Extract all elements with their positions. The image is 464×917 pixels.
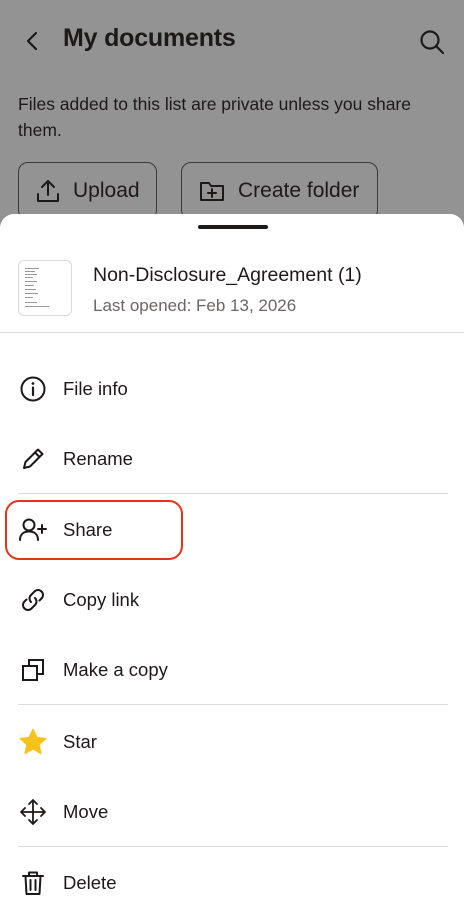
menu-item-rename[interactable]: Rename <box>0 427 464 491</box>
rename-label: Rename <box>63 448 133 469</box>
add-person-icon <box>18 515 48 545</box>
move-arrows-icon <box>18 797 48 827</box>
privacy-info-text: Files added to this list are private unl… <box>18 94 411 140</box>
upload-label: Upload <box>73 179 140 202</box>
info-icon <box>18 374 48 404</box>
back-button[interactable] <box>18 26 48 56</box>
bottom-sheet: Non-Disclosure_Agreement (1) Last opened… <box>0 214 464 917</box>
copy-icon <box>18 655 48 685</box>
create-folder-button[interactable]: Create folder <box>181 162 378 220</box>
share-label: Share <box>63 519 113 540</box>
link-icon <box>18 585 48 615</box>
menu-item-move[interactable]: Move <box>0 780 464 844</box>
delete-label: Delete <box>63 872 117 893</box>
file-name: Non-Disclosure_Agreement (1) <box>93 264 362 286</box>
divider <box>18 493 448 494</box>
create-folder-label: Create folder <box>238 179 360 202</box>
document-thumbnail <box>18 260 72 316</box>
move-label: Move <box>63 801 109 822</box>
drag-handle[interactable] <box>198 225 268 229</box>
file-last-opened: Last opened: Feb 13, 2026 <box>93 296 297 315</box>
upload-icon <box>37 180 59 202</box>
chevron-left-icon <box>26 31 38 51</box>
star-label: Star <box>63 731 97 752</box>
menu-item-file-info[interactable]: File info <box>0 357 464 421</box>
make-copy-label: Make a copy <box>63 659 168 680</box>
page-title: My documents <box>63 24 236 52</box>
divider <box>18 846 448 847</box>
trash-icon <box>18 868 48 898</box>
folder-plus-icon <box>200 182 224 201</box>
menu-item-make-copy[interactable]: Make a copy <box>0 638 464 702</box>
upload-button[interactable]: Upload <box>18 162 157 220</box>
star-icon <box>18 727 48 757</box>
divider <box>0 332 464 333</box>
menu-item-star[interactable]: Star <box>0 710 464 774</box>
search-button[interactable] <box>416 26 448 58</box>
pencil-icon <box>18 444 48 474</box>
file-info-label: File info <box>63 378 128 399</box>
menu-item-copy-link[interactable]: Copy link <box>0 568 464 632</box>
file-header: Non-Disclosure_Agreement (1) Last opened… <box>0 246 464 332</box>
search-icon <box>420 30 445 55</box>
copy-link-label: Copy link <box>63 589 140 610</box>
divider <box>18 704 448 705</box>
menu-item-share[interactable]: Share <box>0 498 464 562</box>
top-bar: My documents <box>0 0 464 84</box>
menu-item-delete[interactable]: Delete <box>0 851 464 915</box>
